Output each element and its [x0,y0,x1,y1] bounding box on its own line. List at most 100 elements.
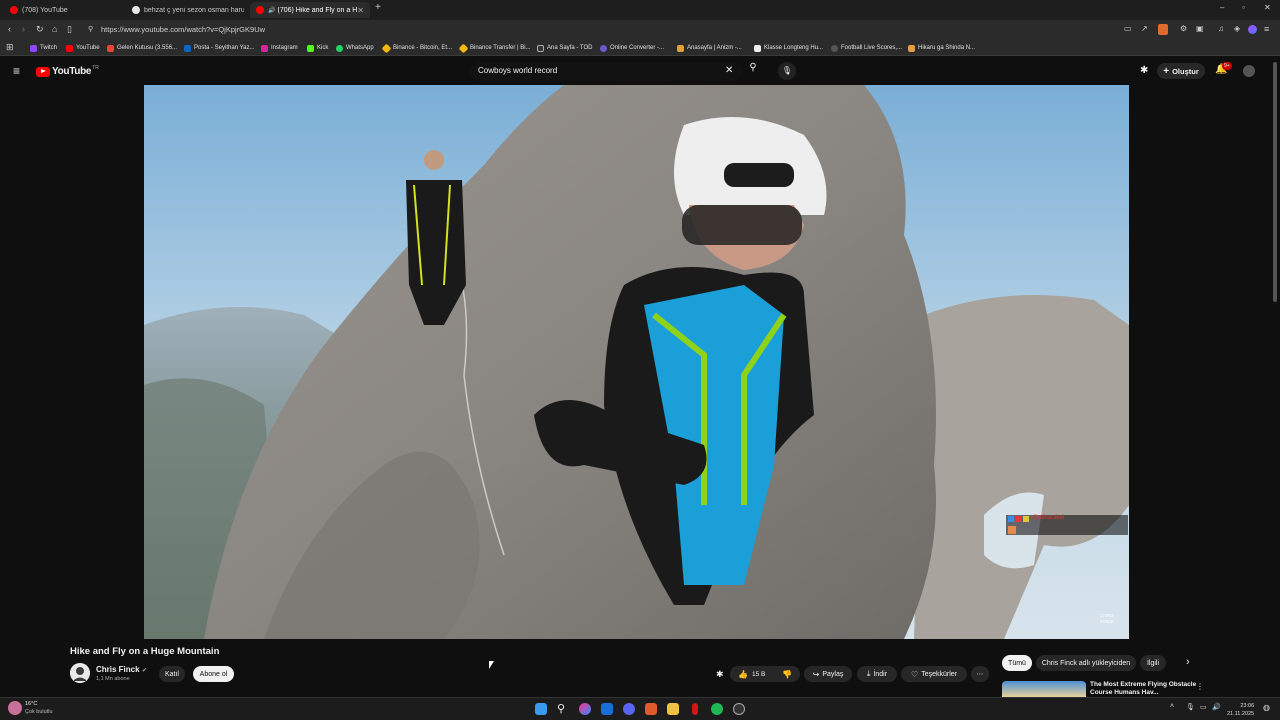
sidebar-icon[interactable]: ▣ [1196,24,1204,33]
recommended-menu-icon[interactable]: ⋮ [1196,682,1204,691]
bookmark-kick[interactable]: Kick [307,43,328,53]
bookmark-icon[interactable]: ▯ [67,24,72,35]
close-window-button[interactable]: ✕ [1264,3,1271,12]
recommended-thumbnail[interactable] [1002,681,1086,697]
thumbs-down-icon[interactable]: 👎 [782,670,792,679]
search-input[interactable]: Cowboys world record ✕ [470,62,742,81]
bookmark-tod[interactable]: Ana Sayfa - TOD [537,43,592,53]
bookmark-instagram[interactable]: Instagram [261,43,298,53]
bookmark-klasse[interactable]: Klasse Longteng Hu... [754,43,823,53]
country-code: TR [92,64,99,71]
youtube-play-icon [36,66,50,77]
bookmark-binance-transfer[interactable]: Binance Transfer | Bi... [458,43,531,53]
back-icon[interactable]: ‹ [8,24,11,34]
bookmark-label: Klasse Longteng Hu... [764,45,824,51]
page-scrollbar[interactable] [1273,62,1277,302]
copilot-icon[interactable] [579,703,591,715]
mic-tray-icon[interactable]: 🎙 [1186,703,1195,711]
clear-search-icon[interactable]: ✕ [725,65,733,76]
tray-chevron-icon[interactable]: ˄ [1170,703,1174,710]
spotify-icon[interactable] [711,703,723,715]
mic-icon: 🎙 [781,66,793,75]
join-label: Katıl [164,670,179,678]
anizm-icon [677,44,684,52]
brave-icon[interactable] [645,703,657,715]
browser-tab-youtube[interactable]: (708) YouTube [4,2,126,18]
bookmark-hikaru[interactable]: Hikaru ga Shinda N... [908,43,975,53]
search-icon: ⚲ [749,62,757,73]
extensions-icon[interactable]: ⚙ [1180,24,1187,33]
recommended-title[interactable]: The Most Extreme Flying Obstacle Course … [1090,681,1200,697]
windows-start-icon[interactable] [535,703,547,715]
opera-icon[interactable] [692,703,698,715]
instagram-icon [261,44,268,52]
bookmark-online-converter[interactable]: Online Converter -... [600,43,664,53]
bookmark-anizm[interactable]: Anasayfa | Anizm -... [677,43,742,53]
share-button[interactable]: ↪ Paylaş [804,666,852,682]
bookmark-gmail[interactable]: Gelen Kutusu (3.556... [107,43,177,53]
create-button[interactable]: + Oluştur [1157,63,1205,79]
windows-taskbar: 16°C Çok bulutlu ⚲ ˄ 🎙 ▭ 🔊 23:06 21.11.2… [0,697,1280,720]
chrome-icon[interactable] [733,703,745,715]
like-count: 15 B [751,670,766,678]
bookmark-binance[interactable]: Binance - Bitcoin, Et... [381,43,452,53]
bookmark-twitch[interactable]: Twitch [30,43,57,53]
subscribe-button[interactable]: Abone ol [193,666,234,682]
guide-menu-icon[interactable]: ≡ [13,64,20,78]
home-icon[interactable]: ⌂ [52,24,57,34]
chip-from-uploader[interactable]: Chris Finck adlı yükleyiciden [1036,655,1136,671]
forward-icon[interactable]: › [22,24,25,34]
url-input[interactable]: ⚲ https://www.youtube.com/watch?v=QjKpjr… [84,23,1114,37]
browser-tab-google[interactable]: behzat ç yeni sezon osman harun - G [126,2,248,18]
leo-ai-icon[interactable] [1248,25,1257,34]
channel-name-row[interactable]: Chris Finck ✔ [96,665,147,674]
menu-icon[interactable]: ≡ [1264,24,1269,34]
steam-icon[interactable] [601,703,613,715]
reload-icon[interactable]: ↻ [36,24,44,35]
new-tab-button[interactable]: + [375,2,381,13]
wallet-icon[interactable]: ◈ [1234,24,1240,33]
channel-avatar[interactable] [70,663,90,683]
badge-icon [1023,516,1029,522]
bookmark-football-live[interactable]: Football Live Scores,... [831,43,902,53]
discord-icon[interactable] [623,703,635,715]
bookmark-youtube[interactable]: YouTube [66,43,100,53]
weather-icon [8,701,22,715]
overlay-username: @ntiharakel [1032,515,1065,521]
bookmark-outlook[interactable]: Posta - Seyithan Yaz... [184,43,254,53]
gear-icon[interactable]: ✱ [1140,65,1148,76]
brave-shield-icon[interactable] [1158,24,1168,35]
minimize-button[interactable]: – [1220,3,1224,12]
search-icon[interactable]: ⚲ [557,703,569,715]
more-actions-button[interactable]: ⋯ [971,666,989,682]
download-button[interactable]: ⤓ İndir [857,666,897,682]
bookmark-whatsapp[interactable]: WhatsApp [336,43,374,53]
maximize-button[interactable]: ▫ [1242,3,1245,12]
file-explorer-icon[interactable] [667,703,679,715]
youtube-logo[interactable]: YouTube TR [36,64,99,77]
video-player[interactable]: @ntiharakel CHRIS FINCK [144,85,1129,639]
chip-related[interactable]: İlgili [1140,655,1166,671]
join-button[interactable]: Katıl [159,666,185,682]
chevron-right-icon[interactable]: › [1186,656,1190,668]
network-icon[interactable]: ▭ [1200,703,1207,711]
thanks-button[interactable]: ♡ Teşekkürler [901,666,967,682]
share-page-icon[interactable]: ↗ [1141,24,1148,33]
avatar[interactable] [1243,65,1255,77]
ai-summary-icon[interactable]: ✱ [716,669,724,680]
search-button[interactable]: ⚲ [743,62,763,81]
chip-all[interactable]: Tümü [1002,655,1032,671]
video-frame [144,85,1129,639]
thumbs-up-icon[interactable]: 👍 [738,670,748,679]
cast-icon[interactable]: ▭ [1124,24,1132,33]
apps-grid-icon[interactable]: ⊞ [6,42,14,53]
voice-search-button[interactable]: 🎙 [778,62,796,80]
video-watermark: CHRIS FINCK [1099,613,1114,624]
music-icon[interactable]: ♫ [1218,24,1224,33]
browser-tab-active-video[interactable]: 🔊 (706) Hike and Fly on a Huge ✕ [250,2,370,18]
close-tab-icon[interactable]: ✕ [357,6,364,15]
system-clock[interactable]: 23:06 21.11.2025 [1227,702,1254,718]
notification-center-icon[interactable]: ◍ [1263,703,1270,712]
volume-icon[interactable]: 🔊 [1212,703,1221,711]
site-info-icon[interactable]: ⚲ [88,23,93,37]
